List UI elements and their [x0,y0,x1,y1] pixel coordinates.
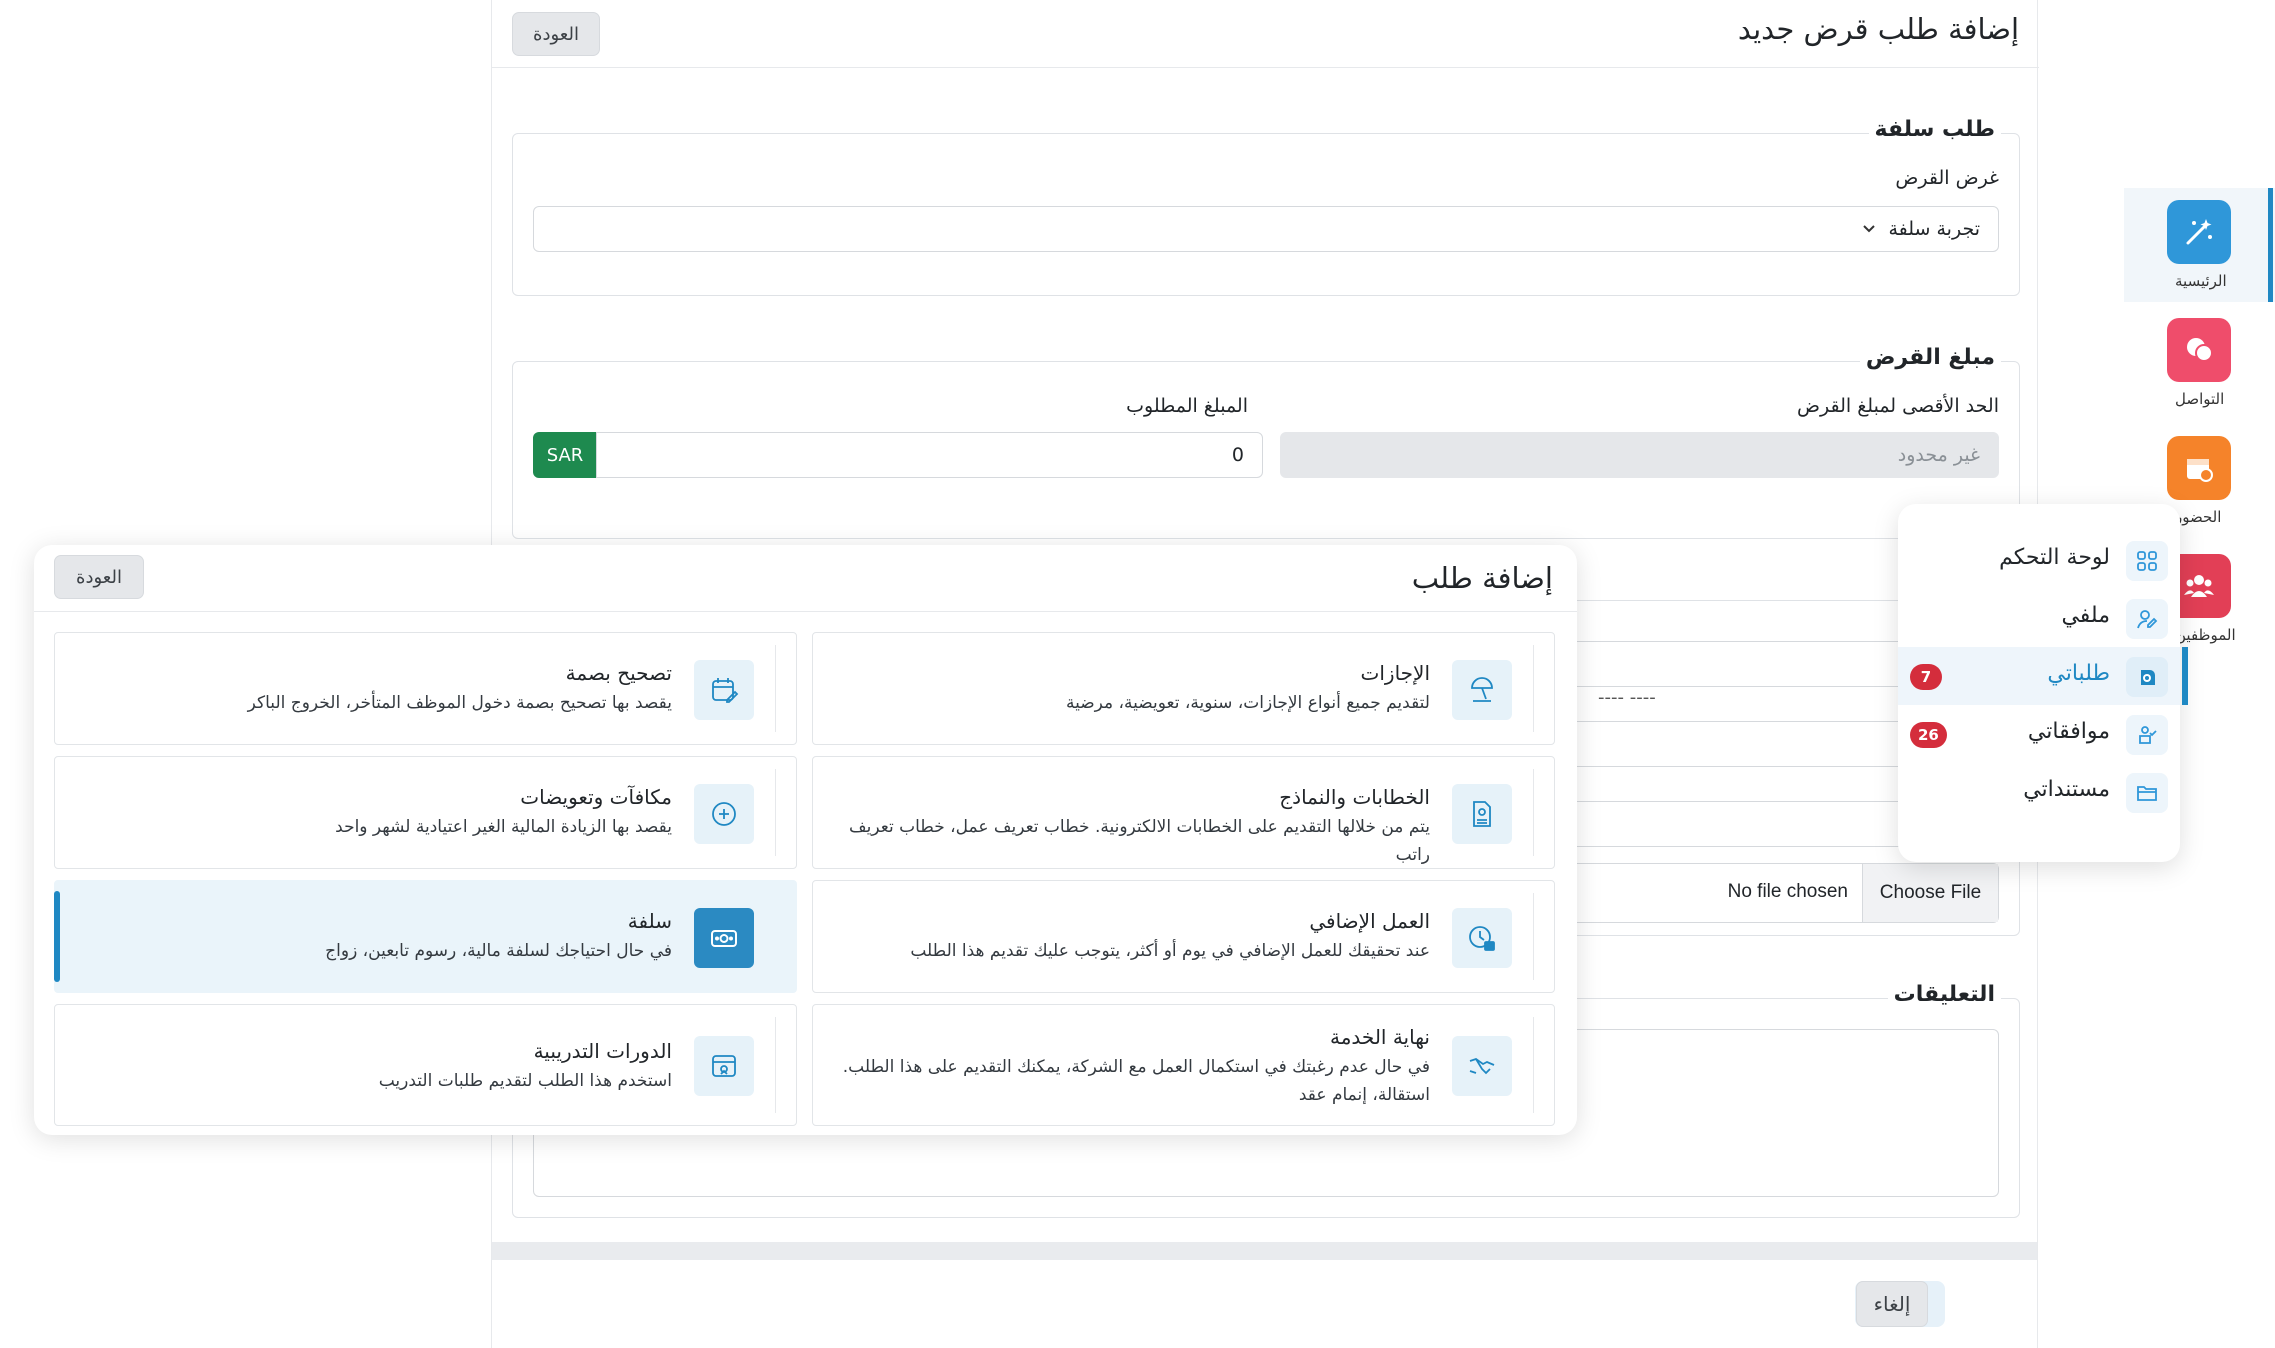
modal-back-button[interactable]: العودة [54,555,144,599]
date-placeholder: ---- ---- [1598,687,1656,708]
approvals-icon [2126,715,2168,755]
request-card-fingerprint-correction[interactable]: تصحيح بصمة يقصد بها تصحيح بصمة دخول المو… [54,632,797,745]
sidebar-item-home[interactable] [2167,200,2231,264]
request-card-overtime[interactable]: العمل الإضافي عند تحقيقك للعمل الإضافي ف… [812,880,1555,993]
money-icon [694,908,754,968]
vacation-umbrella-icon [1452,660,1512,720]
card-divider [775,645,776,732]
loan-purpose-section: طلب سلفة غرض القرض تجربة سلفة [512,117,2020,296]
requests-icon [2126,657,2168,697]
page-title: إضافة طلب قرض جديد [1737,12,2019,46]
request-card-end-of-service[interactable]: نهاية الخدمة في حال عدم رغبتك في استكمال… [812,1004,1555,1126]
footer-divider [492,1242,2037,1260]
card-description: لتقديم جميع أنواع الإجازات، سنوية، تعويض… [1065,693,1430,713]
purpose-value: تجربة سلفة [1888,218,1980,240]
sidebar-label-home: الرئيسية [2175,272,2227,290]
menu-label-documents: مستنداتي [2023,777,2110,802]
request-card-vacations[interactable]: الإجازات لتقديم جميع أنواع الإجازات، سنو… [812,632,1555,745]
document-icon [1452,784,1512,844]
menu-item-dashboard[interactable]: لوحة التحكم [1898,531,2180,589]
card-description: في حال عدم رغبتك في استكمال العمل مع الش… [842,1057,1430,1105]
card-title: مكافآت وتعويضات [520,785,672,809]
approvals-count-badge: 26 [1910,722,1947,748]
card-description: يتم من خلالها التقديم على الخطابات الالك… [849,817,1430,865]
calendar-edit-icon [694,660,754,720]
back-button[interactable]: العودة [512,12,600,56]
card-divider [1533,769,1534,856]
magic-wand-icon [2182,215,2216,249]
card-divider [775,769,776,856]
card-divider [1533,1017,1534,1113]
user-edit-icon [2126,599,2168,639]
requests-menu: لوحة التحكم ملفي طلباتي 7 موافقاتي 26 مس… [1898,504,2188,862]
card-title: تصحيح بصمة [565,661,672,685]
cancel-button[interactable]: إلغاء [1856,1281,1928,1327]
request-card-rewards[interactable]: مكافآت وتعويضات يقصد بها الزيادة المالية… [54,756,797,869]
sidebar-active-indicator [2268,188,2273,302]
card-description: يقصد بها تصحيح بصمة دخول الموظف المتأخر،… [247,693,672,713]
request-card-training[interactable]: الدورات التدريبية استخدم هذا الطلب لتقدي… [54,1004,797,1126]
card-title: الدورات التدريبية [533,1039,672,1063]
card-title: الخطابات والنماذج [1279,785,1430,809]
modal-header-divider [34,611,1577,612]
add-request-modal: إضافة طلب العودة الإجازات لتقديم جميع أن… [34,545,1577,1135]
chevron-down-icon [1862,224,1876,234]
card-description: في حال احتياجك لسلفة مالية، رسوم تابعين،… [325,941,672,961]
choose-file-button[interactable]: Choose File [1862,864,1998,922]
sidebar-label-communication: التواصل [2175,390,2225,408]
calendar-clock-icon [2182,451,2216,485]
request-card-letters[interactable]: الخطابات والنماذج يتم من خلالها التقديم … [812,756,1555,869]
folder-icon [2126,773,2168,813]
sidebar-label-attendance: الحضور [2175,508,2222,526]
section-title-amount: مبلغ القرض [1859,345,2001,370]
card-title: العمل الإضافي [1309,909,1430,933]
card-divider [1533,893,1534,980]
menu-active-indicator [2182,647,2188,705]
loan-amount-section: مبلغ القرض الحد الأقصى لمبلغ القرض غير م… [512,345,2020,539]
card-description: عند تحقيقك للعمل الإضافي في يوم أو أكثر،… [910,941,1430,961]
sidebar-item-attendance[interactable] [2167,436,2231,500]
menu-label-my-requests: طلباتي [2047,661,2110,686]
card-divider [1533,645,1534,732]
max-amount-placeholder: غير محدود [1897,444,1980,466]
card-description: يقصد بها الزيادة المالية الغير اعتيادية … [335,817,672,837]
request-card-advance[interactable]: سلفة في حال احتياجك لسلفة مالية، رسوم تا… [54,880,797,993]
requests-count-badge: 7 [1910,664,1942,690]
modal-title: إضافة طلب [1411,561,1553,595]
menu-item-my-requests[interactable]: طلباتي 7 [1898,647,2188,705]
max-amount-label: الحد الأقصى لمبلغ القرض [1797,395,1999,417]
overtime-clock-icon [1452,908,1512,968]
sidebar-label-employees: الموظفين [2175,626,2236,644]
card-title: نهاية الخدمة [1329,1025,1430,1049]
section-title-loan: طلب سلفة [1868,117,2001,142]
sidebar-item-communication[interactable] [2167,318,2231,382]
chat-bubbles-icon [2182,333,2216,367]
handshake-icon [1452,1036,1512,1096]
menu-label-dashboard: لوحة التحكم [1999,545,2110,570]
menu-item-approvals[interactable]: موافقاتي 26 [1898,705,2180,763]
dashboard-grid-icon [2126,541,2168,581]
card-title: سلفة [627,909,672,933]
card-title: الإجازات [1360,661,1430,685]
card-description: استخدم هذا الطلب لتقديم طلبات التدريب [378,1071,672,1091]
requested-amount-input[interactable]: 0 [596,432,1263,478]
menu-item-documents[interactable]: مستنداتي [1898,763,2180,821]
requested-amount-value: 0 [1231,444,1244,466]
currency-badge: SAR [533,432,597,478]
menu-item-profile[interactable]: ملفي [1898,589,2180,647]
file-status: No file chosen [1727,881,1848,902]
form-header: إضافة طلب قرض جديد العودة [492,0,2039,68]
card-divider [775,1017,776,1113]
purpose-select[interactable]: تجربة سلفة [533,206,1999,252]
requested-amount-label: المبلغ المطلوب [1126,395,1248,417]
menu-label-profile: ملفي [2061,603,2110,628]
purpose-label: غرض القرض [1895,167,1999,189]
plus-circle-icon [694,784,754,844]
training-icon [694,1036,754,1096]
users-icon [2182,569,2216,603]
menu-label-approvals: موافقاتي [2027,719,2110,744]
max-amount-field: غير محدود [1280,432,1999,478]
section-title-comments: التعليقات [1887,982,2001,1007]
